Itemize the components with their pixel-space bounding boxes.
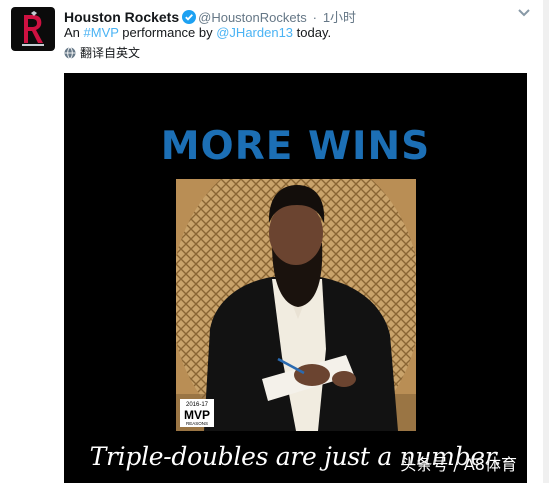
- tweet-text-prefix: An: [64, 25, 84, 40]
- rockets-logo-icon: [22, 11, 44, 46]
- hashtag-link[interactable]: #MVP: [84, 25, 119, 40]
- chevron-down-icon[interactable]: [517, 8, 531, 18]
- separator: ·: [312, 10, 317, 25]
- tweet-time[interactable]: 1小时: [323, 10, 356, 25]
- badge-title: MVP: [184, 408, 210, 422]
- media-headline: MORE WINS: [160, 124, 431, 169]
- globe-icon: [64, 47, 76, 59]
- badge-sub: REASONS: [186, 421, 208, 426]
- watermark: 头条号 / A8体育: [400, 455, 517, 474]
- tweet-text-suffix: today.: [293, 25, 332, 40]
- tweet-text-middle: performance by: [118, 25, 217, 40]
- scrollbar[interactable]: [543, 0, 549, 483]
- album-cover-image: 2016-17 MVP REASONS: [176, 179, 416, 431]
- translate-label: 翻译自英文: [80, 46, 141, 60]
- avatar[interactable]: [11, 7, 55, 51]
- tweet-media[interactable]: MORE WINS 2016-17 MVP REASONS Triple-dou…: [64, 73, 527, 483]
- author-name[interactable]: Houston Rockets: [64, 9, 179, 25]
- tweet-text: An #MVP performance by @JHarden13 today.: [64, 24, 331, 41]
- author-handle[interactable]: @HoustonRockets: [198, 10, 307, 25]
- translate-link[interactable]: 翻译自英文: [64, 45, 140, 61]
- mention-link[interactable]: @JHarden13: [216, 25, 293, 40]
